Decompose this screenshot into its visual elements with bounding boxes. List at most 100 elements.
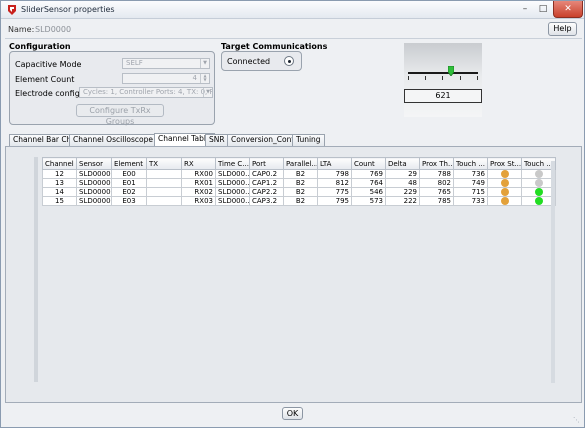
channel-table-panel: Channel Sensor Element TX RX Time C... P… (5, 146, 582, 403)
column-header-prox-state[interactable]: Prox St... (487, 157, 522, 170)
cell-delta: 229 (385, 187, 420, 197)
touch-state-indicator-icon (534, 188, 543, 196)
slider-value-readout: 621 (404, 89, 482, 103)
cell-lta: 775 (317, 187, 352, 197)
column-header-element[interactable]: Element (111, 157, 147, 170)
column-header-tx[interactable]: TX (146, 157, 182, 170)
vertical-scrollbar[interactable] (551, 161, 555, 383)
column-header-rx[interactable]: RX (181, 157, 216, 170)
cell-count: 573 (351, 196, 386, 206)
cell-tx (146, 187, 182, 197)
title-bar[interactable]: SliderSensor properties – □ ✕ (1, 1, 584, 19)
column-header-channel[interactable]: Channel (42, 157, 77, 170)
tab-tuning[interactable]: Tuning (292, 134, 325, 146)
cell-rx: RX02 (181, 187, 216, 197)
cell-prox-threshold: 785 (419, 196, 454, 206)
ok-button[interactable]: OK (282, 407, 303, 420)
close-button[interactable]: ✕ (553, 1, 583, 18)
electrode-config-label: Electrode config (15, 89, 80, 98)
cell-tx (146, 196, 182, 206)
cell-sensor: SLD0000 (76, 169, 112, 179)
cell-rx: RX01 (181, 178, 216, 188)
configuration-panel: Capacitive Mode SELF ▼ Element Count 4 ▲… (9, 51, 215, 126)
connection-status-label: Connected (227, 57, 271, 66)
touch-state-indicator-icon (534, 179, 543, 187)
cell-tx (146, 169, 182, 179)
element-count-label: Element Count (15, 75, 75, 84)
slider-tick (442, 76, 443, 80)
column-header-parallel[interactable]: Parallel... (283, 157, 318, 170)
cell-delta: 29 (385, 169, 420, 179)
cell-port: CAP3.2 (249, 196, 284, 206)
column-header-time-cycle[interactable]: Time C... (215, 157, 250, 170)
cell-channel: 14 (42, 187, 77, 197)
cell-touch-threshold: 749 (453, 178, 488, 188)
element-count-spinner: 4 ▲ ▼ (122, 73, 210, 84)
slider-track (408, 72, 478, 74)
cell-delta: 222 (385, 196, 420, 206)
column-header-delta[interactable]: Delta (385, 157, 420, 170)
cell-channel: 15 (42, 196, 77, 206)
column-header-sensor[interactable]: Sensor (76, 157, 112, 170)
cell-rx: RX03 (181, 196, 216, 206)
capacitive-mode-select: SELF ▼ (122, 58, 210, 69)
resize-grip-icon[interactable]: ⋱ (573, 416, 581, 424)
slider-tick (477, 76, 478, 80)
cell-parallel: B2 (283, 169, 318, 179)
table-row[interactable]: 14 SLD0000 E02 RX02 SLD000... CAP2.2 B2 … (42, 187, 556, 197)
slider-thumb-icon (448, 66, 455, 76)
table-row[interactable]: 15 SLD0000 E03 RX03 SLD000... CAP3.2 B2 … (42, 196, 556, 206)
connected-radio[interactable] (284, 56, 294, 66)
column-header-touch-threshold[interactable]: Touch ... (453, 157, 488, 170)
table-row[interactable]: 12 SLD0000 E00 RX00 SLD000... CAP0.2 B2 … (42, 169, 556, 179)
column-header-prox-threshold[interactable]: Prox Th... (419, 157, 454, 170)
channel-table: Channel Sensor Element TX RX Time C... P… (42, 157, 556, 206)
column-header-lta[interactable]: LTA (317, 157, 352, 170)
cell-time-cycle: SLD000... (215, 196, 250, 206)
cell-port: CAP0.2 (249, 169, 284, 179)
column-header-port[interactable]: Port (249, 157, 284, 170)
column-header-count[interactable]: Count (351, 157, 386, 170)
cell-port: CAP1.2 (249, 178, 284, 188)
cell-time-cycle: SLD000... (215, 169, 250, 179)
cell-prox-state (487, 187, 522, 197)
divider (5, 38, 582, 39)
cell-lta: 798 (317, 169, 352, 179)
capacitive-mode-label: Capacitive Mode (15, 60, 82, 69)
touch-state-indicator-icon (534, 197, 543, 205)
app-logo-icon (8, 5, 16, 15)
cell-touch-threshold: 733 (453, 196, 488, 206)
prox-state-indicator-icon (500, 197, 509, 205)
maximize-button[interactable]: □ (532, 1, 554, 18)
cell-prox-state (487, 196, 522, 206)
cell-channel: 12 (42, 169, 77, 179)
window-title: SliderSensor properties (21, 5, 115, 14)
cell-sensor: SLD0000 (76, 187, 112, 197)
slider-tick (425, 76, 426, 80)
cell-count: 764 (351, 178, 386, 188)
cell-tx (146, 178, 182, 188)
prox-state-indicator-icon (500, 170, 509, 178)
slider-tick (460, 76, 461, 80)
cell-prox-threshold: 802 (419, 178, 454, 188)
cell-channel: 13 (42, 178, 77, 188)
cell-sensor: SLD0000 (76, 178, 112, 188)
properties-window: SliderSensor properties – □ ✕ Name: SLD0… (0, 0, 585, 428)
cell-lta: 795 (317, 196, 352, 206)
chevron-down-icon: ▼ (200, 59, 209, 68)
cell-time-cycle: SLD000... (215, 178, 250, 188)
cell-touch-threshold: 736 (453, 169, 488, 179)
help-button[interactable]: Help (548, 22, 577, 36)
target-communications-title: Target Communications (221, 42, 328, 51)
tab-snr[interactable]: SNR (205, 134, 229, 146)
prox-state-indicator-icon (500, 188, 509, 196)
cell-parallel: B2 (283, 178, 318, 188)
electrode-config-select: Cycles: 1, Controller Ports: 4, TX: 0, R… (79, 87, 213, 98)
cell-prox-state (487, 169, 522, 179)
table-row[interactable]: 13 SLD0000 E01 RX01 SLD000... CAP1.2 B2 … (42, 178, 556, 188)
cell-element: E01 (111, 178, 147, 188)
cell-lta: 812 (317, 178, 352, 188)
cell-touch-threshold: 715 (453, 187, 488, 197)
name-label: Name: (8, 25, 35, 34)
cell-prox-state (487, 178, 522, 188)
